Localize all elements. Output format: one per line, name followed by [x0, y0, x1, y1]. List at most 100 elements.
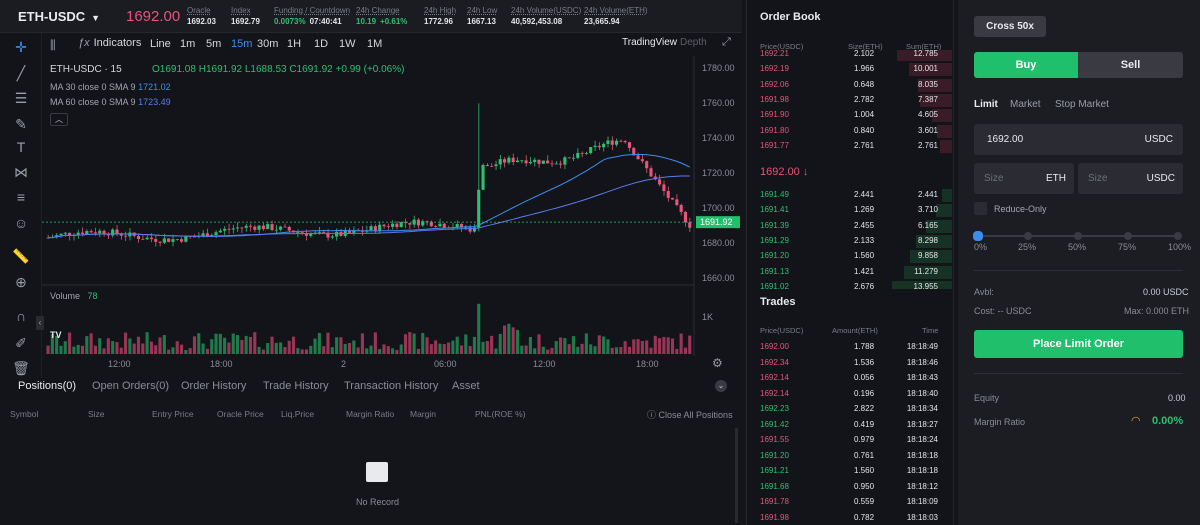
- volume-bar: [589, 344, 593, 354]
- tab-3[interactable]: Trade History: [263, 380, 329, 392]
- pattern-icon[interactable]: ⋈: [11, 162, 31, 182]
- equity-value: 0.00: [1168, 393, 1186, 403]
- interval-line[interactable]: Line: [150, 38, 171, 50]
- slider-mark-0[interactable]: [973, 231, 983, 241]
- stat-label: 24h Low: [467, 6, 498, 15]
- volume-bar: [93, 345, 97, 354]
- ruler-icon[interactable]: 📏: [11, 246, 31, 266]
- trade-price: 1691.78: [760, 497, 789, 506]
- fullscreen-icon[interactable]: ⤢: [722, 36, 731, 49]
- volume-bar: [627, 346, 632, 354]
- brush-icon[interactable]: ✎: [11, 114, 31, 134]
- volume-bar: [85, 336, 89, 354]
- volume-bar: [477, 303, 481, 354]
- text-icon[interactable]: T: [11, 137, 31, 157]
- candle-body: [477, 189, 481, 228]
- tab-2[interactable]: Order History: [181, 380, 246, 392]
- crosshair-icon[interactable]: ✛: [11, 37, 31, 57]
- collapse-panel-icon[interactable]: ⌄: [715, 380, 727, 392]
- price-chart-svg[interactable]: 1780.00 1760.00 1740.00 1720.00 1700.00 1680.…: [42, 56, 742, 378]
- candle-body: [597, 145, 601, 148]
- symbol-label: ETH-USDC: [18, 9, 86, 24]
- column-header: Entry Price: [152, 409, 194, 419]
- mid-price: 1692.00 ↓: [760, 166, 809, 178]
- emoji-icon[interactable]: ☺: [11, 213, 31, 233]
- tab-1[interactable]: Open Orders(0): [92, 380, 169, 392]
- size-usdc-input[interactable]: Size USDC: [1078, 163, 1183, 194]
- order-type-limit[interactable]: Limit: [974, 99, 998, 110]
- volume-bar: [498, 333, 502, 354]
- buy-tab[interactable]: Buy: [974, 52, 1078, 78]
- bid-row[interactable]: 1691.39 2.455 6.165: [748, 219, 952, 234]
- tab-tradingview[interactable]: TradingView: [622, 37, 677, 48]
- bid-row[interactable]: 1691.13 1.421 11.279: [748, 265, 952, 280]
- interval-1m[interactable]: 1m: [180, 38, 195, 50]
- ask-row[interactable]: 1691.77 2.761 2.761: [748, 139, 952, 154]
- interval-15m[interactable]: 15m: [231, 38, 252, 50]
- trendline-icon[interactable]: ╱: [11, 63, 31, 83]
- stat-label: Index: [231, 6, 251, 15]
- magnet-icon[interactable]: ∩: [11, 306, 31, 326]
- bid-row[interactable]: 1691.20 1.560 9.858: [748, 249, 952, 264]
- bid-row[interactable]: 1691.02 2.676 13.955: [748, 280, 952, 289]
- positions-scrollbar[interactable]: [735, 428, 738, 523]
- size-eth-input[interactable]: Size ETH: [974, 163, 1074, 194]
- interval-5m[interactable]: 5m: [206, 38, 221, 50]
- close-all-positions-button[interactable]: ⓘ Close All Positions: [647, 408, 733, 421]
- candle-body: [399, 222, 403, 228]
- interval-1h[interactable]: 1H: [287, 38, 301, 50]
- fib-icon[interactable]: ≡: [11, 187, 31, 207]
- interval-30m[interactable]: 30m: [257, 38, 278, 50]
- settings-gear-icon[interactable]: ⚙: [712, 356, 723, 370]
- trade-amount: 1.788: [854, 342, 875, 351]
- interval-1d[interactable]: 1D: [314, 38, 328, 50]
- interval-1w[interactable]: 1W: [339, 38, 356, 50]
- sum: 8.035: [917, 79, 938, 89]
- ask-row[interactable]: 1692.06 0.648 8.035: [748, 78, 952, 93]
- column-header: Margin Ratio: [346, 409, 395, 419]
- size: 2.455: [854, 220, 875, 230]
- depth-bar: [937, 124, 952, 138]
- candle-body: [261, 225, 265, 230]
- caret-down-icon: ▼: [91, 13, 101, 23]
- candle-body: [149, 237, 153, 240]
- sell-tab[interactable]: Sell: [1078, 52, 1183, 78]
- ask-row[interactable]: 1692.21 2.102 12.785: [748, 50, 952, 62]
- place-order-button[interactable]: Place Limit Order: [974, 330, 1183, 358]
- bid-row[interactable]: 1691.49 2.441 2.441: [748, 188, 952, 203]
- ask-row[interactable]: 1691.98 2.782 7.387: [748, 93, 952, 108]
- slider-mark-3[interactable]: [1124, 232, 1132, 240]
- tab-depth[interactable]: Depth: [680, 37, 707, 48]
- interval-1m[interactable]: 1M: [367, 38, 382, 50]
- slider-mark-4[interactable]: [1174, 232, 1182, 240]
- order-type-stop-market[interactable]: Stop Market: [1055, 99, 1109, 110]
- volume-bar: [115, 342, 119, 354]
- ask-row[interactable]: 1691.90 1.004 4.605: [748, 108, 952, 123]
- volume-bar: [257, 346, 261, 354]
- ask-row[interactable]: 1691.80 0.840 3.601: [748, 124, 952, 139]
- symbol-selector[interactable]: ETH-USDC ▼: [18, 9, 100, 24]
- candle-body: [571, 157, 576, 159]
- slider-mark-1[interactable]: [1024, 232, 1032, 240]
- bid-row[interactable]: 1691.29 2.133 8.298: [748, 234, 952, 249]
- margin-mode-button[interactable]: Cross 50x: [974, 16, 1046, 37]
- lock-drawing-icon[interactable]: ✐: [11, 333, 31, 353]
- reduce-only-checkbox[interactable]: [974, 202, 987, 215]
- tab-0[interactable]: Positions(0): [18, 380, 76, 392]
- candle-body: [546, 160, 550, 164]
- zoom-in-icon[interactable]: ⊕: [11, 272, 31, 292]
- toolbar-collapse-icon[interactable]: ‹: [36, 316, 44, 330]
- tab-5[interactable]: Asset: [452, 380, 480, 392]
- indicators-button[interactable]: ƒx Indicators: [78, 37, 141, 49]
- price-input[interactable]: 1692.00 USDC: [974, 124, 1183, 155]
- order-type-market[interactable]: Market: [1010, 99, 1041, 110]
- slider-mark-2[interactable]: [1074, 232, 1082, 240]
- horizontal-lines-icon[interactable]: ☰: [11, 88, 31, 108]
- candle-type-icon[interactable]: ⫼: [50, 38, 56, 53]
- trade-amount: 0.979: [854, 435, 875, 444]
- stat-value: 0.0073% 07:40:41: [274, 17, 342, 26]
- tab-4[interactable]: Transaction History: [344, 380, 438, 392]
- trash-icon[interactable]: 🗑: [11, 358, 31, 378]
- bid-row[interactable]: 1691.41 1.269 3.710: [748, 203, 952, 218]
- ask-row[interactable]: 1692.19 1.966 10.001: [748, 62, 952, 77]
